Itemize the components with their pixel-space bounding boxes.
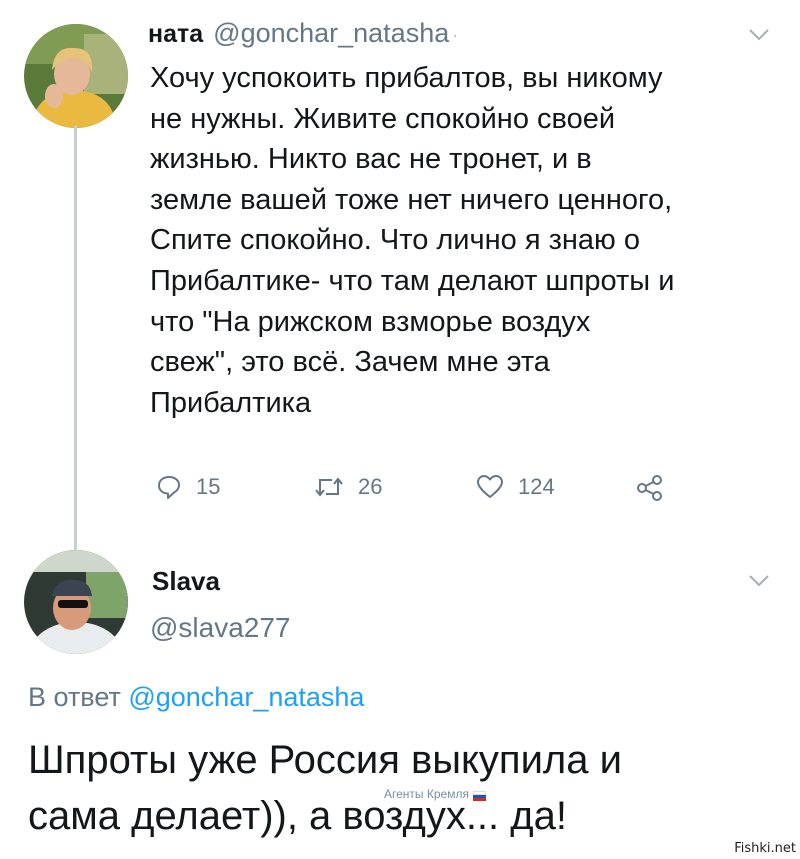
heart-icon: [477, 475, 503, 498]
display-name[interactable]: ната: [148, 20, 203, 48]
user-handle[interactable]: @slava277: [150, 612, 291, 644]
tweet1-text: Хочу успокоить прибалтов, вы никому не н…: [150, 58, 790, 423]
tweet1-header: ната @gonchar_natasha ·: [148, 18, 457, 49]
tweet-text-line: Прибалтике- что там делают шпроты и: [150, 264, 675, 297]
tweet1-actions: 15 26 124: [150, 474, 710, 508]
tweet-text-line: Прибалтика: [150, 386, 312, 419]
retweet-icon: [315, 477, 343, 497]
tweet-text-line: Шпроты уже Россия выкупила и: [28, 738, 622, 782]
chevron-down-icon[interactable]: [748, 28, 770, 42]
tweet-text-line: земле вашей тоже нет ничего ценного,: [150, 183, 673, 216]
retweet-button[interactable]: 26: [314, 474, 382, 500]
share-button[interactable]: [636, 474, 664, 502]
watermark-text: Агенты Кремля: [384, 787, 469, 801]
tweet-text-line: Спите спокойно. Что лично я знаю о: [150, 224, 640, 257]
retweet-count: 26: [358, 474, 383, 499]
russian-flag-icon: [472, 790, 486, 801]
reply-button[interactable]: 15: [156, 474, 220, 500]
site-watermark: Fishki.net: [734, 841, 796, 856]
display-name[interactable]: Slava: [152, 566, 220, 597]
tweet-text-line: что "На рижском взморье воздух: [150, 305, 591, 338]
tweet-text-line: Хочу успокоить прибалтов, вы никому: [150, 62, 663, 94]
thread-connector-line: [74, 126, 77, 550]
tweet-text-line: свеж", это всё. Зачем мне эта: [150, 346, 550, 379]
replying-to: В ответ @gonchar_natasha: [28, 682, 364, 713]
watermark: Агенты Кремля: [384, 787, 486, 801]
like-count: 124: [518, 474, 555, 499]
chevron-down-icon[interactable]: [748, 574, 770, 588]
tweet-text-line: жизнью. Никто вас не тронет, и в: [150, 143, 592, 176]
reply-handle-link[interactable]: @gonchar_natasha: [128, 682, 364, 712]
user-handle[interactable]: @gonchar_natasha: [213, 18, 449, 48]
reply-prefix: В ответ: [28, 682, 121, 712]
reply-icon: [158, 476, 180, 499]
avatar-slava[interactable]: [24, 550, 128, 654]
reply-count: 15: [196, 474, 221, 499]
separator-dot: ·: [453, 28, 458, 43]
avatar-nata[interactable]: [24, 24, 128, 128]
tweet-text-line: не нужны. Живите спокойно своей: [150, 102, 616, 135]
like-button[interactable]: 124: [476, 474, 555, 500]
share-icon: [637, 475, 662, 501]
